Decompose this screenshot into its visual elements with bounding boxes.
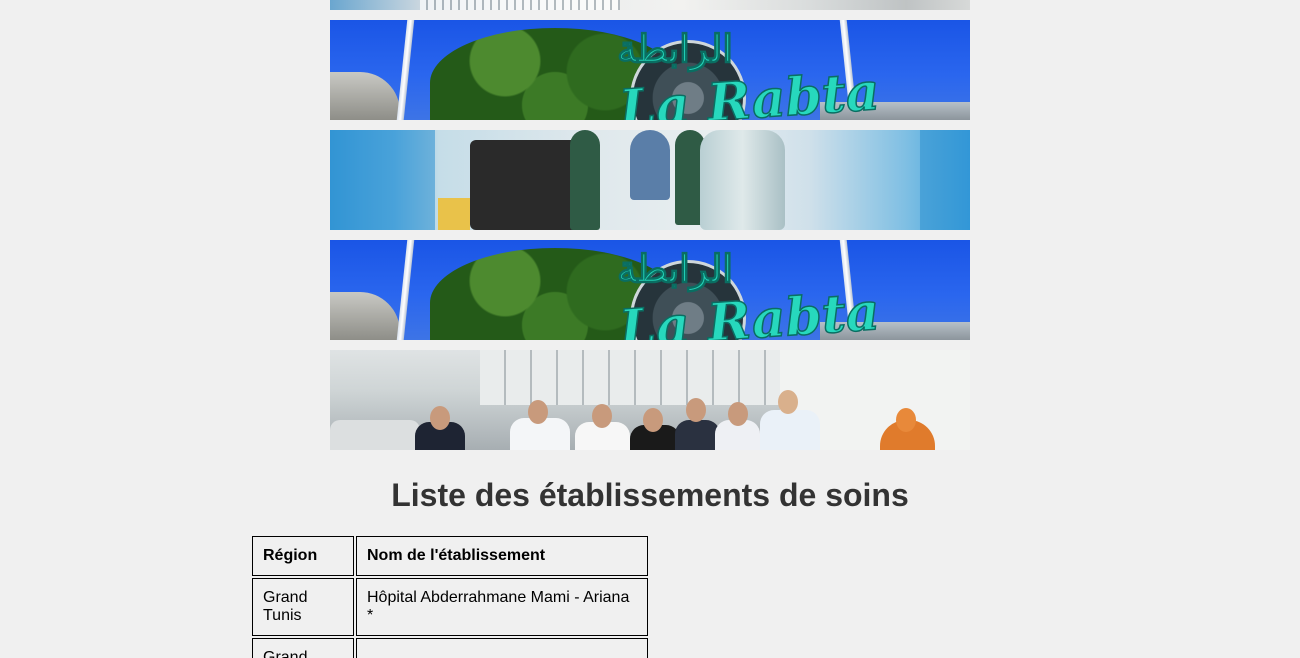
sign-arabic-text-2: الرابطة — [617, 246, 733, 292]
banner-la-rabta-sign-photo-2: الرابطة La Rabta — [330, 240, 970, 340]
table-header-row: Région Nom de l'établissement — [252, 536, 648, 576]
sign-lettering-2: الرابطة La Rabta — [615, 245, 880, 340]
cell-facility-name: Hôpital Abderrahmane Mami - Ariana * — [356, 578, 648, 636]
sign-arabic-text: الرابطة — [617, 26, 733, 72]
banner-building-photo — [330, 0, 970, 10]
cell-region: Grand Tunis — [252, 578, 354, 636]
cell-region: Grand — [252, 638, 354, 658]
banner-corridor-photo — [330, 130, 970, 230]
table-row: Grand Tunis Hôpital Abderrahmane Mami - … — [252, 578, 648, 636]
banner-la-rabta-sign-photo: الرابطة La Rabta — [330, 20, 970, 120]
cell-facility-name — [356, 638, 648, 658]
banner-medical-staff-photo — [330, 350, 970, 450]
page-title: Liste des établissements de soins — [391, 477, 909, 513]
page: الرابطة La Rabta الرابطة La Rabta Liste … — [0, 0, 1300, 658]
column-header-name: Nom de l'établissement — [356, 536, 648, 576]
column-header-region: Région — [252, 536, 354, 576]
facilities-table-wrapper: Région Nom de l'établissement Grand Tuni… — [250, 534, 650, 658]
table-row: Grand — [252, 638, 648, 658]
sign-lettering: الرابطة La Rabta — [615, 25, 880, 120]
facilities-table: Région Nom de l'établissement Grand Tuni… — [250, 534, 650, 658]
